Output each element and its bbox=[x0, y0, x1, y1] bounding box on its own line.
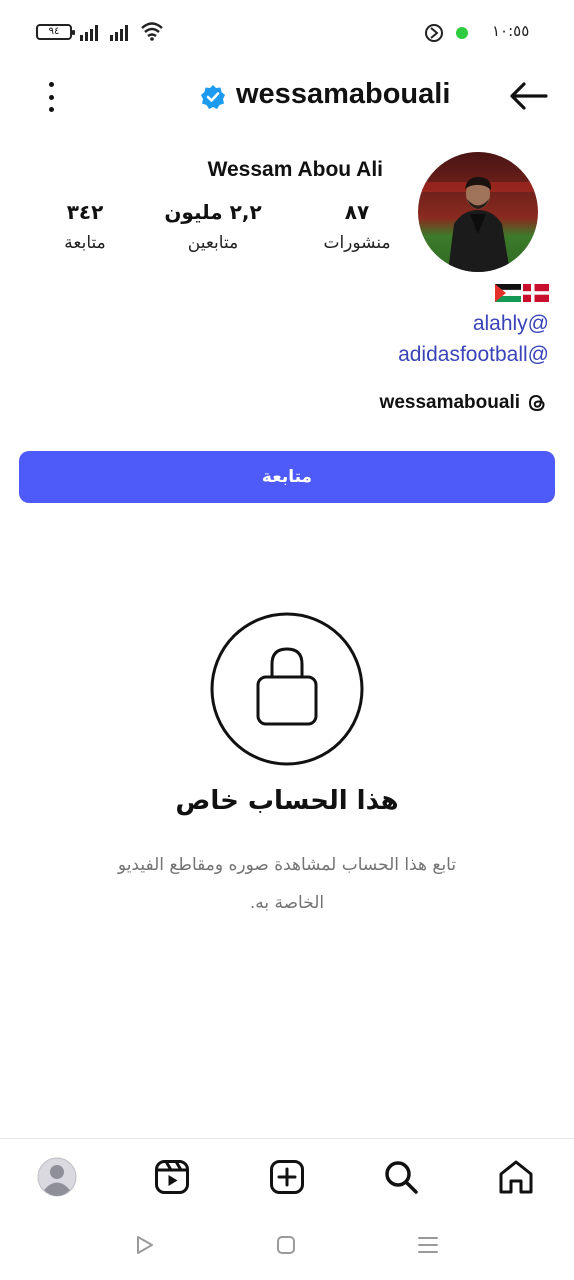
follow-button[interactable]: متابعة bbox=[19, 451, 555, 503]
followers-stat[interactable]: ٢,٢ مليون متابعين bbox=[148, 198, 278, 260]
bio-link-alahly[interactable]: alahly@ bbox=[398, 308, 549, 339]
posts-label: منشورات bbox=[323, 233, 391, 253]
reels-icon[interactable] bbox=[152, 1157, 192, 1197]
lock-icon bbox=[210, 612, 364, 766]
back-triangle-icon[interactable] bbox=[133, 1234, 155, 1256]
profile-avatar[interactable] bbox=[418, 152, 538, 272]
following-count: ٣٤٢ bbox=[66, 200, 104, 224]
home-square-icon[interactable] bbox=[275, 1234, 297, 1256]
profile-header: wessamabouali bbox=[0, 72, 574, 122]
status-bar: ٩٤ ١٠:٥٥ bbox=[0, 0, 574, 64]
followers-count: ٢,٢ مليون bbox=[164, 200, 262, 224]
posts-count: ٨٧ bbox=[344, 200, 370, 224]
denmark-flag-icon bbox=[523, 284, 549, 302]
display-name: Wessam Abou Ali bbox=[207, 158, 383, 181]
more-options-icon[interactable] bbox=[44, 82, 58, 112]
threads-link[interactable]: wessamabouali bbox=[380, 392, 548, 414]
alarm-icon bbox=[425, 24, 443, 42]
profile-photo-icon bbox=[418, 152, 538, 272]
signal-icon bbox=[80, 24, 98, 41]
back-arrow-icon[interactable] bbox=[508, 80, 548, 112]
recents-menu-icon[interactable] bbox=[417, 1234, 439, 1256]
system-nav-bar bbox=[0, 1212, 574, 1280]
followers-label: متابعين bbox=[187, 233, 239, 253]
posts-stat[interactable]: ٨٧ منشورات bbox=[302, 198, 412, 260]
bio-link-adidas[interactable]: adidasfootball@ bbox=[398, 339, 549, 370]
create-post-icon[interactable] bbox=[267, 1157, 307, 1197]
threads-username: wessamabouali bbox=[379, 392, 520, 413]
wifi-icon bbox=[141, 22, 163, 41]
following-stat[interactable]: ٣٤٢ متابعة bbox=[40, 198, 130, 260]
palestine-flag-icon bbox=[495, 284, 521, 302]
battery-level: ٩٤ bbox=[48, 26, 60, 37]
whatsapp-dot-icon bbox=[456, 27, 468, 39]
verified-badge-icon bbox=[201, 85, 225, 109]
profile-avatar-icon[interactable] bbox=[37, 1157, 77, 1197]
battery-icon: ٩٤ bbox=[36, 24, 75, 40]
flags-row bbox=[398, 284, 549, 308]
search-icon[interactable] bbox=[381, 1157, 421, 1197]
bottom-nav bbox=[0, 1138, 574, 1212]
threads-icon bbox=[528, 394, 545, 412]
private-account-subtitle: تابع هذا الحساب لمشاهدة صوره ومقاطع الفي… bbox=[117, 855, 457, 913]
clock-time: ١٠:٥٥ bbox=[492, 22, 530, 40]
home-icon[interactable] bbox=[496, 1157, 536, 1197]
following-label: متابعة bbox=[64, 233, 106, 253]
private-account-title: هذا الحساب خاص bbox=[175, 786, 399, 816]
bio: alahly@ adidasfootball@ bbox=[398, 284, 549, 370]
header-username: wessamabouali bbox=[236, 78, 451, 110]
signal-icon bbox=[110, 24, 128, 41]
